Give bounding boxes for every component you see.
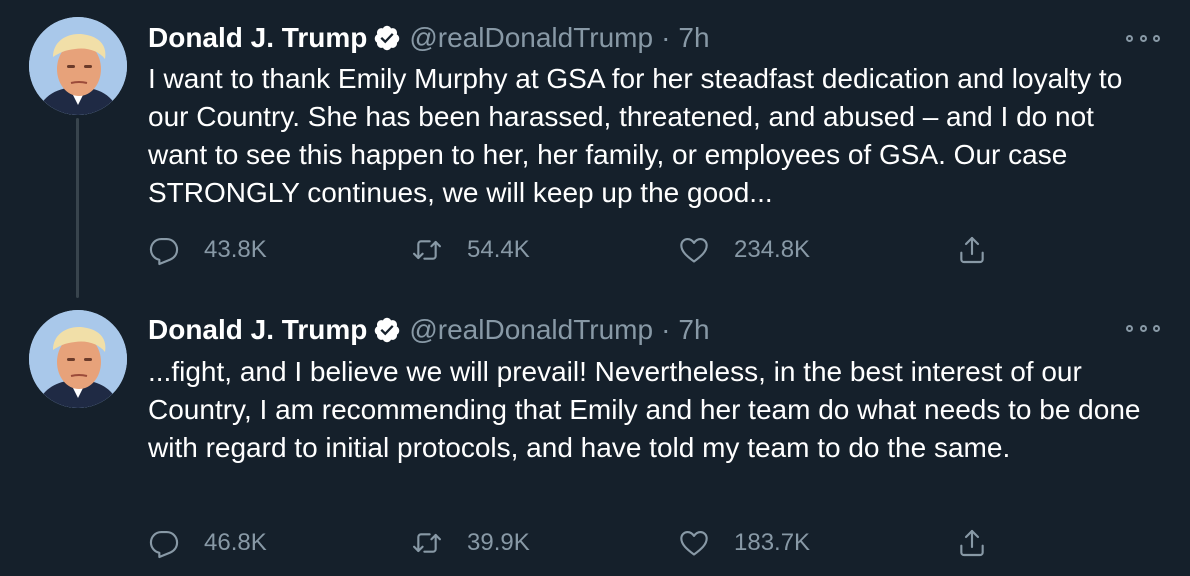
reply-button[interactable]: 46.8K	[148, 523, 267, 563]
share-button[interactable]	[956, 523, 988, 563]
tweet-text: ...fight, and I believe we will prevail!…	[148, 356, 1141, 463]
display-name[interactable]: Donald J. Trump	[148, 310, 367, 350]
tweet-text: I want to thank Emily Murphy at GSA for …	[148, 63, 1123, 208]
share-icon	[960, 236, 984, 264]
more-options-icon[interactable]	[1126, 320, 1160, 336]
tweet-header: Donald J. Trump @realDonaldTrump · 7h	[148, 310, 710, 350]
display-name[interactable]: Donald J. Trump	[148, 18, 367, 58]
retweet-icon	[413, 240, 441, 260]
heart-icon	[680, 238, 708, 263]
more-options-icon[interactable]	[1126, 30, 1160, 46]
tweet[interactable]: Donald J. Trump @realDonaldTrump · 7h ..…	[0, 300, 1190, 576]
avatar[interactable]	[29, 17, 127, 115]
like-button[interactable]: 234.8K	[678, 230, 810, 270]
author-handle[interactable]: @realDonaldTrump	[409, 310, 653, 350]
retweet-count: 54.4K	[467, 236, 530, 263]
reply-count: 46.8K	[204, 529, 267, 556]
reply-button[interactable]: 43.8K	[148, 230, 267, 270]
retweet-icon	[413, 533, 441, 553]
share-icon	[960, 529, 984, 557]
retweet-button[interactable]: 39.9K	[411, 523, 530, 563]
tweet-actions: 43.8K 54.4K 234.8K	[148, 230, 1008, 270]
retweet-button[interactable]: 54.4K	[411, 230, 530, 270]
reply-count: 43.8K	[204, 236, 267, 263]
separator-dot: ·	[661, 314, 671, 345]
like-button[interactable]: 183.7K	[678, 523, 810, 563]
reply-icon	[149, 531, 179, 559]
verified-badge-icon	[375, 25, 400, 51]
share-button[interactable]	[956, 230, 988, 270]
verified-badge-icon	[375, 317, 400, 343]
tweet-actions: 46.8K 39.9K 183.7K	[148, 523, 1008, 563]
tweet-timestamp[interactable]: 7h	[678, 310, 709, 350]
reply-icon	[149, 238, 179, 266]
tweet[interactable]: Donald J. Trump @realDonaldTrump · 7h I …	[0, 0, 1190, 300]
tweet-header: Donald J. Trump @realDonaldTrump · 7h	[148, 18, 710, 58]
tweet-timestamp[interactable]: 7h	[678, 18, 709, 58]
heart-icon	[680, 531, 708, 556]
like-count: 234.8K	[734, 236, 811, 263]
author-handle[interactable]: @realDonaldTrump	[409, 18, 653, 58]
like-count: 183.7K	[734, 529, 811, 556]
separator-dot: ·	[661, 22, 671, 53]
retweet-count: 39.9K	[467, 529, 530, 556]
avatar[interactable]	[29, 310, 127, 408]
